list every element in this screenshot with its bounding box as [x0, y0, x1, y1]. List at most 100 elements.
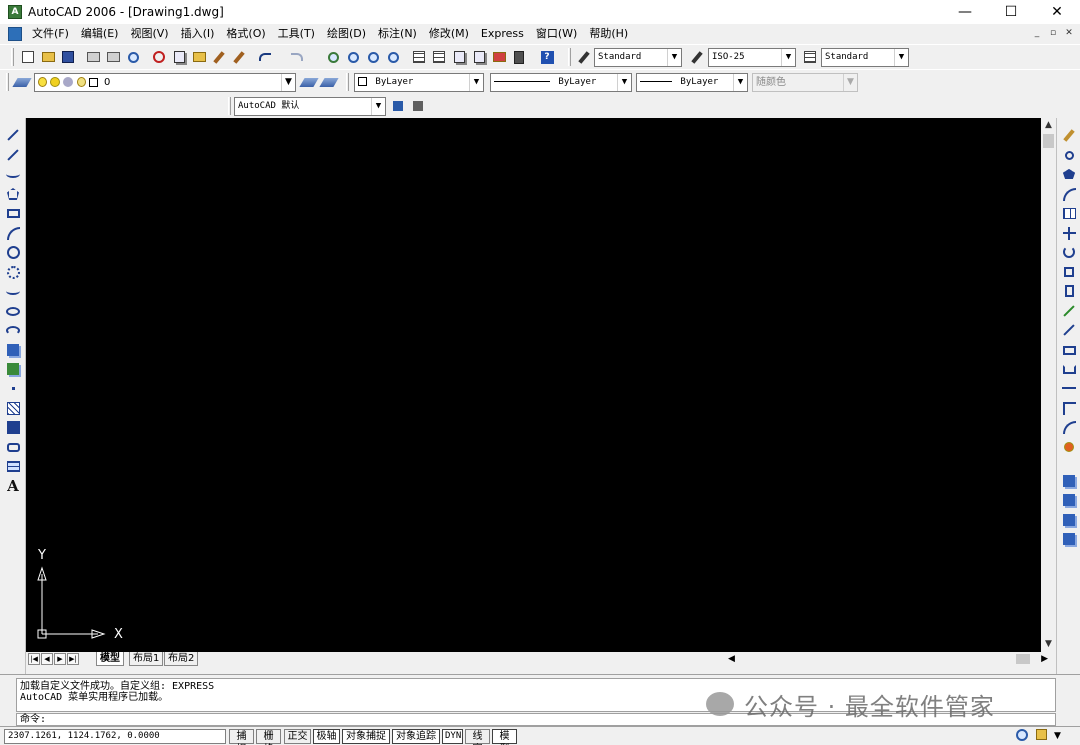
table-style-combo[interactable]: Standard ▼: [821, 48, 909, 67]
move-icon[interactable]: [1060, 224, 1078, 242]
explode-icon[interactable]: [1060, 438, 1078, 456]
scroll-left-icon[interactable]: ◀: [728, 652, 735, 666]
chevron-down-icon[interactable]: ▼: [781, 49, 795, 66]
chamfer-icon[interactable]: [1060, 399, 1078, 417]
workspace-combo[interactable]: AutoCAD 默认 ▼: [234, 97, 386, 116]
doc-minimize-button[interactable]: _: [1030, 27, 1044, 41]
minimize-button[interactable]: —: [942, 0, 988, 24]
calculator-icon[interactable]: [510, 48, 528, 66]
scroll-up-icon[interactable]: ▲: [1041, 118, 1056, 133]
table-style-icon[interactable]: [801, 48, 819, 66]
document-icon[interactable]: [8, 27, 22, 41]
make-layer-current-icon[interactable]: [299, 73, 319, 91]
next-tab-icon[interactable]: ▶: [54, 653, 66, 665]
menu-view[interactable]: 视图(V): [124, 24, 174, 44]
vertical-scroll-thumb[interactable]: [1043, 134, 1054, 148]
horizontal-scroll-thumb[interactable]: [1016, 654, 1030, 664]
new-icon[interactable]: [19, 48, 37, 66]
vertical-scrollbar[interactable]: ▲ ▼: [1041, 118, 1056, 652]
chevron-down-icon[interactable]: ▼: [469, 74, 483, 91]
menu-modify[interactable]: 修改(M): [423, 24, 475, 44]
block-editor-icon[interactable]: [230, 48, 248, 66]
maximize-button[interactable]: ☐: [988, 0, 1034, 24]
construction-line-icon[interactable]: [4, 146, 22, 164]
zoom-realtime-icon[interactable]: [344, 48, 362, 66]
trim-icon[interactable]: [1060, 302, 1078, 320]
text-style-combo[interactable]: Standard ▼: [594, 48, 682, 67]
chevron-down-icon[interactable]: ▼: [371, 98, 385, 115]
point-icon[interactable]: [4, 379, 22, 397]
linetype-combo[interactable]: ByLayer ▼: [490, 73, 632, 92]
menu-file[interactable]: 文件(F): [26, 24, 75, 44]
chevron-down-icon[interactable]: ▼: [617, 74, 631, 91]
ellipse-arc-icon[interactable]: [4, 321, 22, 339]
lock-icon[interactable]: [1036, 729, 1050, 743]
insert-block-icon[interactable]: [4, 341, 22, 359]
array-icon[interactable]: [1060, 204, 1078, 222]
coordinate-display[interactable]: 2307.1261, 1124.1762, 0.0000: [4, 729, 226, 744]
tab-model[interactable]: 模型: [96, 652, 124, 666]
prev-tab-icon[interactable]: ◀: [41, 653, 53, 665]
chevron-down-icon[interactable]: ▼: [281, 74, 295, 91]
layer-manager-icon[interactable]: [12, 73, 32, 91]
gradient-icon[interactable]: [4, 418, 22, 436]
lineweight-combo[interactable]: ByLayer ▼: [636, 73, 748, 92]
draw-order-above-icon[interactable]: [1060, 511, 1078, 529]
menu-edit[interactable]: 编辑(E): [75, 24, 125, 44]
polar-toggle[interactable]: 极轴: [313, 729, 340, 744]
match-properties-icon[interactable]: [210, 48, 228, 66]
revision-cloud-icon[interactable]: [4, 263, 22, 281]
layer-combo[interactable]: 0 ▼: [34, 73, 296, 92]
draw-order-front-icon[interactable]: [1060, 472, 1078, 490]
last-tab-icon[interactable]: ▶|: [67, 653, 79, 665]
communication-center-icon[interactable]: [1016, 729, 1030, 743]
toolbar-grip[interactable]: [346, 73, 349, 91]
draw-order-under-icon[interactable]: [1060, 530, 1078, 548]
publish-icon[interactable]: [124, 48, 142, 66]
horizontal-scrollbar[interactable]: ◀ ▶: [726, 652, 1056, 666]
redo-icon[interactable]: [288, 48, 306, 66]
arc-icon[interactable]: [4, 224, 22, 242]
chevron-down-icon[interactable]: ▼: [894, 49, 908, 66]
text-style-icon[interactable]: [575, 48, 593, 66]
fillet-icon[interactable]: [1060, 418, 1078, 436]
menu-draw[interactable]: 绘图(D): [321, 24, 372, 44]
cut-icon[interactable]: [150, 48, 168, 66]
grid-toggle[interactable]: 栅格: [256, 729, 281, 745]
menu-format[interactable]: 格式(O): [220, 24, 271, 44]
mirror-icon[interactable]: [1060, 165, 1078, 183]
autocad-app-icon[interactable]: A: [8, 5, 22, 19]
join-icon[interactable]: [1060, 379, 1078, 397]
undo-icon[interactable]: [256, 48, 274, 66]
draw-order-back-icon[interactable]: [1060, 491, 1078, 509]
line-icon[interactable]: [4, 126, 22, 144]
chevron-down-icon[interactable]: ▼: [733, 74, 747, 91]
stretch-icon[interactable]: [1060, 282, 1078, 300]
ellipse-icon[interactable]: [4, 302, 22, 320]
copy-object-icon[interactable]: [1060, 146, 1078, 164]
save-workspace-icon[interactable]: [409, 97, 427, 115]
menu-window[interactable]: 窗口(W): [530, 24, 583, 44]
polyline-icon[interactable]: [4, 165, 22, 183]
doc-restore-button[interactable]: ▫: [1046, 27, 1060, 41]
workspace-settings-icon[interactable]: [389, 97, 407, 115]
menu-help[interactable]: 帮助(H): [583, 24, 634, 44]
dyn-toggle[interactable]: DYN: [442, 729, 463, 744]
osnap-toggle[interactable]: 对象捕捉: [342, 729, 390, 744]
region-icon[interactable]: [4, 438, 22, 456]
menu-dimension[interactable]: 标注(N): [372, 24, 423, 44]
open-icon[interactable]: [39, 48, 57, 66]
color-combo[interactable]: ByLayer ▼: [354, 73, 484, 92]
zoom-window-icon[interactable]: [364, 48, 382, 66]
multiline-text-icon[interactable]: A: [4, 477, 22, 495]
plot-preview-icon[interactable]: [104, 48, 122, 66]
properties-icon[interactable]: [410, 48, 428, 66]
tool-palettes-icon[interactable]: [450, 48, 468, 66]
toolbar-grip[interactable]: [228, 97, 231, 115]
hatch-icon[interactable]: [4, 399, 22, 417]
ortho-toggle[interactable]: 正交: [284, 729, 311, 744]
pan-icon[interactable]: [324, 48, 342, 66]
offset-icon[interactable]: [1060, 185, 1078, 203]
dim-style-icon[interactable]: [688, 48, 706, 66]
menu-insert[interactable]: 插入(I): [175, 24, 221, 44]
